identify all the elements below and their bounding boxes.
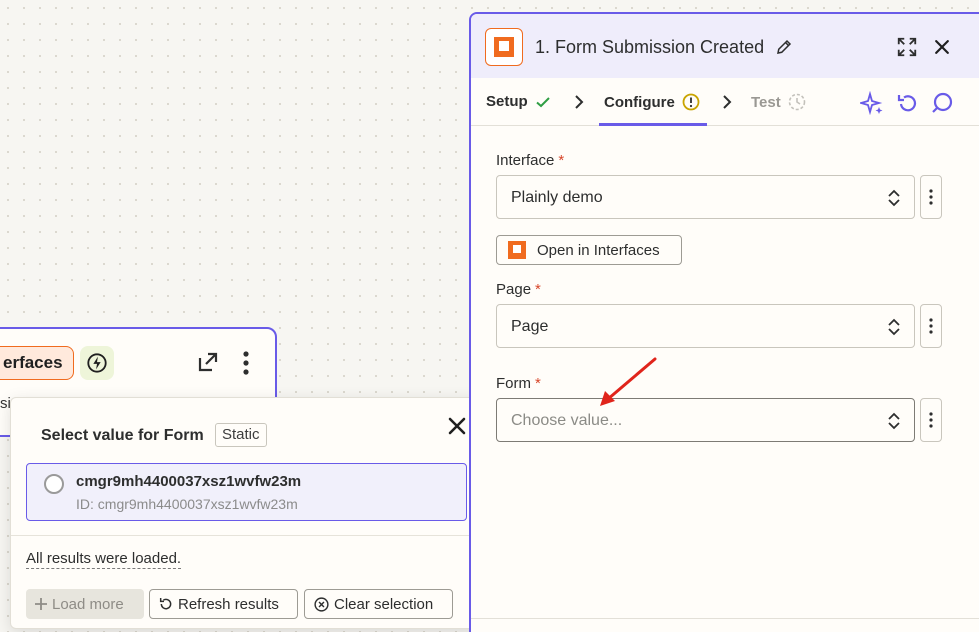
select-value-popover: Select value for Form Static cmgr9mh4400… xyxy=(10,397,484,629)
step-tabs: Setup Configure Test xyxy=(471,78,979,126)
page-field-label: Page * xyxy=(496,281,541,298)
active-tab-indicator xyxy=(599,123,707,126)
option-id: ID: cmgr9mh4400037xsz1wvfw23m xyxy=(76,496,298,512)
required-marker: * xyxy=(535,375,541,392)
plus-icon xyxy=(35,598,47,610)
pencil-icon[interactable] xyxy=(775,38,793,56)
radio-button[interactable] xyxy=(44,474,64,494)
clear-selection-button[interactable]: Clear selection xyxy=(304,589,453,619)
tab-configure[interactable]: Configure xyxy=(604,93,700,111)
page-options-button[interactable] xyxy=(920,304,942,348)
interface-select[interactable]: Plainly demo xyxy=(496,175,915,219)
clear-circle-icon xyxy=(314,596,329,612)
tab-setup[interactable]: Setup xyxy=(486,93,551,110)
undo-icon[interactable] xyxy=(895,91,919,115)
refresh-label: Refresh results xyxy=(178,595,279,613)
interface-value: Plainly demo xyxy=(511,189,603,206)
step-config-panel: 1. Form Submission Created Setup Configu… xyxy=(469,12,979,632)
clear-label: Clear selection xyxy=(334,595,434,613)
panel-header: 1. Form Submission Created xyxy=(471,14,979,78)
form-field-label: Form * xyxy=(496,375,541,392)
annotation-arrow-icon xyxy=(600,357,657,406)
chevron-right-icon xyxy=(723,95,732,109)
refresh-icon xyxy=(159,598,172,610)
close-icon[interactable] xyxy=(445,414,469,438)
more-vertical-icon xyxy=(929,318,933,334)
tab-setup-label: Setup xyxy=(486,93,528,110)
page-select[interactable]: Page xyxy=(496,304,915,348)
form-options-button[interactable] xyxy=(920,398,942,442)
load-more-button[interactable]: Load more xyxy=(26,589,144,619)
chevron-up-down-icon xyxy=(888,189,900,207)
option-row[interactable]: cmgr9mh4400037xsz1wvfw23m ID: cmgr9mh440… xyxy=(26,463,467,521)
required-marker: * xyxy=(535,281,541,298)
clock-icon xyxy=(788,93,806,111)
expand-icon[interactable] xyxy=(896,36,918,58)
interface-options-button[interactable] xyxy=(920,175,942,219)
chevron-up-down-icon xyxy=(888,318,900,336)
option-label: cmgr9mh4400037xsz1wvfw23m xyxy=(76,473,302,490)
tab-test[interactable]: Test xyxy=(751,93,806,111)
page-value: Page xyxy=(511,318,549,335)
tab-configure-label: Configure xyxy=(604,93,675,111)
divider xyxy=(11,535,483,536)
close-icon[interactable] xyxy=(932,37,952,57)
sparkle-icon[interactable] xyxy=(860,91,884,115)
static-badge: Static xyxy=(215,423,267,447)
warning-circle-icon xyxy=(682,93,700,111)
refresh-results-button[interactable]: Refresh results xyxy=(149,589,298,619)
load-more-label: Load more xyxy=(52,595,124,613)
more-vertical-icon[interactable] xyxy=(236,350,256,376)
interfaces-logo-icon xyxy=(508,241,526,259)
more-vertical-icon xyxy=(929,412,933,428)
check-icon xyxy=(536,96,550,107)
external-link-icon[interactable] xyxy=(196,350,220,374)
form-select[interactable]: Choose value... xyxy=(496,398,915,442)
open-in-interfaces-button[interactable]: Open in Interfaces xyxy=(496,235,682,265)
panel-footer-divider xyxy=(471,618,979,619)
chevron-right-icon xyxy=(575,95,584,109)
results-status: All results were loaded. xyxy=(26,550,182,569)
form-placeholder: Choose value... xyxy=(511,412,623,429)
step-title: 1. Form Submission Created xyxy=(535,37,765,57)
more-vertical-icon xyxy=(929,189,933,205)
interface-label-text: Interface xyxy=(496,152,555,169)
chevron-up-down-icon xyxy=(888,412,900,430)
page-label-text: Page xyxy=(496,281,532,298)
comment-icon[interactable] xyxy=(930,91,954,115)
interfaces-logo-icon xyxy=(485,28,523,66)
node-app-label: erfaces xyxy=(0,346,74,380)
open-in-interfaces-label: Open in Interfaces xyxy=(537,241,660,259)
tab-test-label: Test xyxy=(751,93,781,111)
lightning-icon xyxy=(80,346,114,380)
required-marker: * xyxy=(558,152,565,169)
interface-field-label: Interface * xyxy=(496,152,564,169)
popover-title: Select value for Form xyxy=(41,427,204,444)
form-label-text: Form xyxy=(496,375,531,392)
